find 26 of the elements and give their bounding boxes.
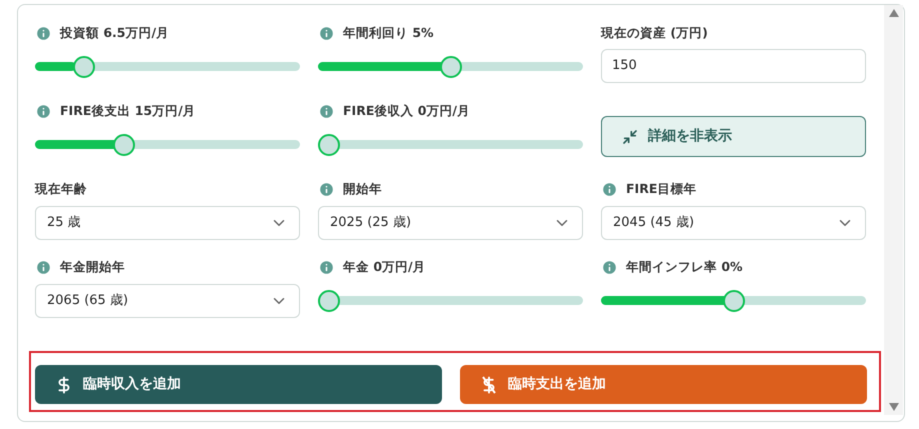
field-label: 現在年齢 [35,180,87,198]
field-label: 開始年 [343,180,382,198]
select-field[interactable]: 2045 (45 歳) [601,206,866,240]
collapse-icon [622,128,638,144]
hide-details-button[interactable]: 詳細を非表示 [601,116,866,157]
dollar-icon [57,376,71,394]
select-field[interactable]: 25 歳 [35,206,300,240]
field-label: FIRE後支出 15万円/月 [60,102,196,120]
field-label: FIRE目標年 [626,180,696,198]
field-label: 年金 0万円/月 [343,258,426,276]
field-label: 年間インフレ率 0% [626,258,743,276]
field-label: FIRE後収入 0万円/月 [343,102,470,120]
field-label: 年金開始年 [60,258,125,276]
scroll-down-icon[interactable] [888,403,898,411]
select-field[interactable]: 2065 (65 歳) [35,284,300,318]
add-income-button[interactable]: 臨時収入を追加 [35,365,442,404]
field-label: 現在の資産 (万円) [601,24,708,42]
scroll-up-icon[interactable] [888,9,898,17]
number-field[interactable]: 150 [601,49,866,83]
scrollbar[interactable] [884,5,903,415]
field-label: 投資額 6.5万円/月 [60,24,170,42]
slider-fill [35,62,76,71]
select-field[interactable]: 2025 (25 歳) [318,206,583,240]
crossed-dollar-icon [482,376,496,394]
add-expense-button[interactable]: 臨時支出を追加 [460,365,867,404]
field-label: 年間利回り 5% [343,24,434,42]
